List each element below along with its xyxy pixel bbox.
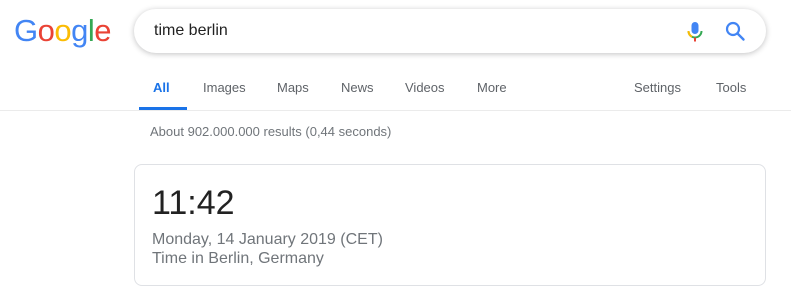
header-divider [0, 110, 791, 111]
tab-settings[interactable]: Settings [634, 66, 681, 110]
search-tabs: All Images Maps News Videos More Setting… [0, 66, 791, 110]
search-box[interactable] [134, 9, 766, 53]
tab-maps[interactable]: Maps [277, 66, 309, 110]
tab-all[interactable]: All [153, 66, 170, 110]
tab-news[interactable]: News [341, 66, 374, 110]
result-stats: About 902.000.000 results (0,44 seconds) [150, 124, 392, 139]
microphone-icon[interactable] [685, 21, 705, 43]
current-time: 11:42 [152, 184, 235, 222]
tab-tools[interactable]: Tools [716, 66, 746, 110]
current-date: Monday, 14 January 2019 (CET) [152, 231, 383, 248]
logo-letter-g2: g [71, 13, 88, 48]
time-card: 11:42 Monday, 14 January 2019 (CET) Time… [134, 164, 766, 286]
logo-letter-g: G [14, 13, 38, 48]
time-location: Time in Berlin, Germany [152, 250, 324, 267]
magnifier-icon[interactable] [724, 20, 746, 42]
tab-videos[interactable]: Videos [405, 66, 445, 110]
logo-letter-o2: o [54, 13, 72, 48]
tab-more[interactable]: More [477, 66, 507, 110]
search-input[interactable] [154, 9, 654, 53]
logo-letter-e: e [94, 13, 112, 48]
logo-letter-o1: o [37, 13, 55, 48]
google-logo[interactable]: Google [14, 13, 112, 49]
tab-images[interactable]: Images [203, 66, 246, 110]
